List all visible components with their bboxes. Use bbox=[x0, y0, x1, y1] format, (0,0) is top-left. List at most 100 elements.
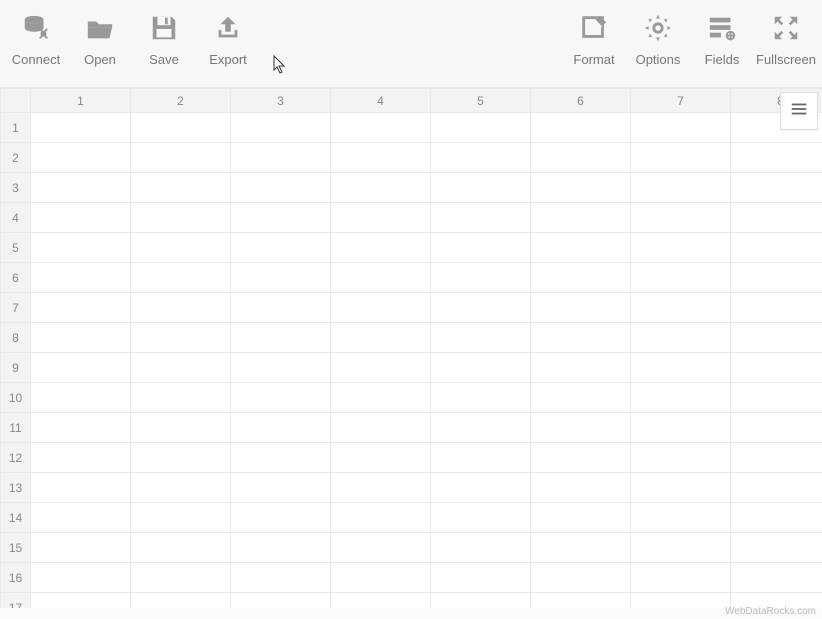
cell[interactable] bbox=[431, 383, 531, 413]
cell[interactable] bbox=[31, 533, 131, 563]
cell[interactable] bbox=[731, 503, 822, 533]
cell[interactable] bbox=[331, 323, 431, 353]
cell[interactable] bbox=[231, 293, 331, 323]
cell[interactable] bbox=[531, 383, 631, 413]
cell[interactable] bbox=[631, 203, 731, 233]
cell[interactable] bbox=[431, 503, 531, 533]
open-button[interactable]: Open bbox=[68, 12, 132, 81]
cell[interactable] bbox=[331, 413, 431, 443]
cell[interactable] bbox=[131, 593, 231, 609]
cell[interactable] bbox=[531, 173, 631, 203]
cell[interactable] bbox=[131, 563, 231, 593]
row-header[interactable]: 5 bbox=[1, 233, 31, 263]
cell[interactable] bbox=[231, 113, 331, 143]
col-header[interactable]: 5 bbox=[431, 89, 531, 113]
cell[interactable] bbox=[231, 593, 331, 609]
cell[interactable] bbox=[431, 533, 531, 563]
cell[interactable] bbox=[131, 263, 231, 293]
export-button[interactable]: Export bbox=[196, 12, 260, 81]
format-button[interactable]: Format bbox=[562, 12, 626, 81]
row-header[interactable]: 13 bbox=[1, 473, 31, 503]
cell[interactable] bbox=[131, 383, 231, 413]
connect-button[interactable]: Connect bbox=[4, 12, 68, 81]
cell[interactable] bbox=[631, 353, 731, 383]
cell[interactable] bbox=[731, 443, 822, 473]
cell[interactable] bbox=[631, 533, 731, 563]
cell[interactable] bbox=[331, 383, 431, 413]
cell[interactable] bbox=[331, 293, 431, 323]
menu-button[interactable] bbox=[780, 92, 818, 130]
row-header[interactable]: 14 bbox=[1, 503, 31, 533]
cell[interactable] bbox=[231, 233, 331, 263]
cell[interactable] bbox=[431, 203, 531, 233]
row-header[interactable]: 9 bbox=[1, 353, 31, 383]
row-header[interactable]: 1 bbox=[1, 113, 31, 143]
cell[interactable] bbox=[431, 353, 531, 383]
col-header[interactable]: 3 bbox=[231, 89, 331, 113]
cell[interactable] bbox=[231, 203, 331, 233]
cell[interactable] bbox=[531, 263, 631, 293]
cell[interactable] bbox=[231, 443, 331, 473]
cell[interactable] bbox=[531, 443, 631, 473]
cell[interactable] bbox=[731, 293, 822, 323]
data-grid[interactable]: 1 2 3 4 5 6 7 8 123456789101112131415161… bbox=[0, 88, 822, 608]
cell[interactable] bbox=[31, 383, 131, 413]
cell[interactable] bbox=[631, 143, 731, 173]
cell[interactable] bbox=[331, 503, 431, 533]
row-header[interactable]: 10 bbox=[1, 383, 31, 413]
cell[interactable] bbox=[31, 203, 131, 233]
row-header[interactable]: 3 bbox=[1, 173, 31, 203]
cell[interactable] bbox=[731, 173, 822, 203]
row-header[interactable]: 11 bbox=[1, 413, 31, 443]
row-header[interactable]: 15 bbox=[1, 533, 31, 563]
col-header[interactable]: 7 bbox=[631, 89, 731, 113]
cell[interactable] bbox=[131, 323, 231, 353]
cell[interactable] bbox=[731, 533, 822, 563]
cell[interactable] bbox=[631, 293, 731, 323]
cell[interactable] bbox=[431, 113, 531, 143]
cell[interactable] bbox=[631, 263, 731, 293]
cell[interactable] bbox=[431, 263, 531, 293]
cell[interactable] bbox=[431, 413, 531, 443]
cell[interactable] bbox=[431, 443, 531, 473]
cell[interactable] bbox=[531, 563, 631, 593]
cell[interactable] bbox=[431, 293, 531, 323]
cell[interactable] bbox=[631, 383, 731, 413]
col-header[interactable]: 1 bbox=[31, 89, 131, 113]
cell[interactable] bbox=[31, 263, 131, 293]
cell[interactable] bbox=[531, 593, 631, 609]
row-header[interactable]: 4 bbox=[1, 203, 31, 233]
cell[interactable] bbox=[31, 233, 131, 263]
cell[interactable] bbox=[231, 533, 331, 563]
cell[interactable] bbox=[131, 413, 231, 443]
cell[interactable] bbox=[31, 323, 131, 353]
cell[interactable] bbox=[31, 443, 131, 473]
fields-button[interactable]: Fields bbox=[690, 12, 754, 81]
col-header[interactable]: 4 bbox=[331, 89, 431, 113]
cell[interactable] bbox=[531, 293, 631, 323]
cell[interactable] bbox=[231, 323, 331, 353]
cell[interactable] bbox=[331, 443, 431, 473]
cell[interactable] bbox=[731, 263, 822, 293]
cell[interactable] bbox=[131, 143, 231, 173]
cell[interactable] bbox=[131, 113, 231, 143]
cell[interactable] bbox=[331, 473, 431, 503]
cell[interactable] bbox=[731, 323, 822, 353]
cell[interactable] bbox=[631, 413, 731, 443]
cell[interactable] bbox=[431, 593, 531, 609]
cell[interactable] bbox=[731, 203, 822, 233]
cell[interactable] bbox=[31, 353, 131, 383]
cell[interactable] bbox=[131, 443, 231, 473]
cell[interactable] bbox=[131, 473, 231, 503]
cell[interactable] bbox=[631, 593, 731, 609]
cell[interactable] bbox=[731, 143, 822, 173]
cell[interactable] bbox=[531, 503, 631, 533]
cell[interactable] bbox=[431, 173, 531, 203]
cell[interactable] bbox=[731, 413, 822, 443]
cell[interactable] bbox=[331, 143, 431, 173]
cell[interactable] bbox=[731, 473, 822, 503]
cell[interactable] bbox=[31, 563, 131, 593]
cell[interactable] bbox=[31, 143, 131, 173]
cell[interactable] bbox=[231, 383, 331, 413]
cell[interactable] bbox=[131, 293, 231, 323]
